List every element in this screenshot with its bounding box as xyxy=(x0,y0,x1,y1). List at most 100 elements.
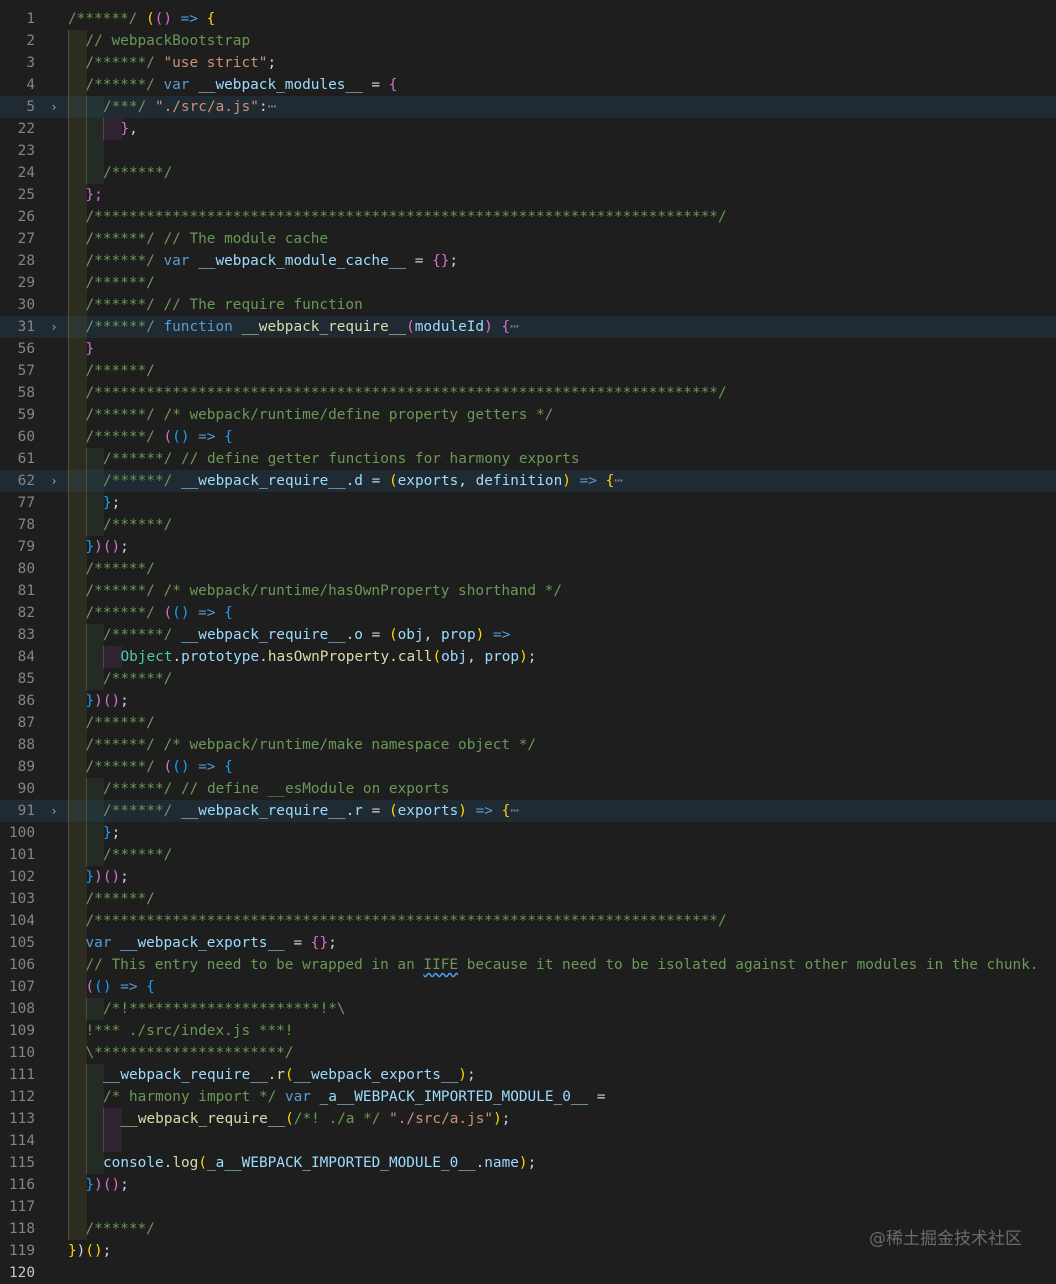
code-line[interactable]: 110 \**********************/ xyxy=(0,1042,1056,1064)
line-number: 102 xyxy=(9,869,35,885)
code-line[interactable]: 5 › /***/ "./src/a.js":⋯ xyxy=(0,96,1056,118)
code-line[interactable]: 116})(); xyxy=(0,1174,1056,1196)
indent-guide xyxy=(85,162,104,184)
chevron-right-icon[interactable]: › xyxy=(48,316,60,338)
indent-guide xyxy=(85,1108,104,1130)
indent-guide xyxy=(68,294,87,316)
line-number: 89 xyxy=(17,759,35,775)
code-line[interactable]: 57 /******/ xyxy=(0,360,1056,382)
code-line[interactable]: 3 /******/ "use strict"; xyxy=(0,52,1056,74)
chevron-right-icon[interactable]: › xyxy=(48,470,60,492)
code-line[interactable]: 105 var __webpack_exports__ = {}; xyxy=(0,932,1056,954)
code-text: }; xyxy=(103,495,121,511)
code-line[interactable]: 58 /*************************************… xyxy=(0,382,1056,404)
indent-guide xyxy=(68,800,87,822)
code-line[interactable]: 112 /* harmony import */ var _a__WEBPACK_… xyxy=(0,1086,1056,1108)
line-number: 80 xyxy=(17,561,35,577)
indent-guide xyxy=(68,206,87,228)
line-number: 91 xyxy=(17,803,35,819)
code-line[interactable]: 61 /******/ // define getter functions fo… xyxy=(0,448,1056,470)
code-line[interactable]: 108 /*!**********************!*\ xyxy=(0,998,1056,1020)
line-number: 108 xyxy=(9,1001,35,1017)
indent-guide xyxy=(68,1130,87,1152)
code-line[interactable]: 24 /******/ xyxy=(0,162,1056,184)
indent-guide xyxy=(68,492,87,514)
code-line[interactable]: 102})(); xyxy=(0,866,1056,888)
code-line[interactable]: 81 /******/ /* webpack/runtime/hasOwnProp… xyxy=(0,580,1056,602)
code-line[interactable]: 87 /******/ xyxy=(0,712,1056,734)
watermark: @稀土掘金技术社区 xyxy=(869,1229,1022,1249)
code-line[interactable]: 82 /******/ (() => { xyxy=(0,602,1056,624)
code-line[interactable]: 85 /******/ xyxy=(0,668,1056,690)
code-line[interactable]: 89 /******/ (() => { xyxy=(0,756,1056,778)
code-line[interactable]: 117 xyxy=(0,1196,1056,1218)
code-line[interactable]: 60 /******/ (() => { xyxy=(0,426,1056,448)
code-text: __webpack_require__(/*! ./a */ "./src/a.… xyxy=(120,1111,511,1127)
code-line[interactable]: 90 /******/ // define __esModule on expor… xyxy=(0,778,1056,800)
code-line[interactable]: 84 Object.prototype.hasOwnProperty.call(o… xyxy=(0,646,1056,668)
code-line[interactable]: 104 /************************************… xyxy=(0,910,1056,932)
code-line[interactable]: 4 /******/ var __webpack_modules__ = { xyxy=(0,74,1056,96)
chevron-right-icon[interactable]: › xyxy=(48,96,60,118)
code-text: /******/ __webpack_require__.d = (export… xyxy=(103,473,623,489)
code-line[interactable]: 22}, xyxy=(0,118,1056,140)
code-line[interactable]: 103 /******/ xyxy=(0,888,1056,910)
code-line[interactable]: 29 /******/ xyxy=(0,272,1056,294)
indent-guide xyxy=(85,844,104,866)
code-line[interactable]: 23 xyxy=(0,140,1056,162)
code-editor[interactable]: 1 /******/ (() => {2 // webpackBootstrap 3 /… xyxy=(0,0,1056,1281)
line-number: 2 xyxy=(26,33,35,49)
code-line[interactable]: 83 /******/ __webpack_require__.o = (obj,… xyxy=(0,624,1056,646)
indent-guide xyxy=(85,448,104,470)
code-line[interactable]: 120 xyxy=(0,1262,1056,1284)
code-line[interactable]: 30 /******/ // The require function xyxy=(0,294,1056,316)
code-line[interactable]: 26 /*************************************… xyxy=(0,206,1056,228)
code-line[interactable]: 107 (() => { xyxy=(0,976,1056,998)
code-line[interactable]: 77}; xyxy=(0,492,1056,514)
code-line[interactable]: 79})(); xyxy=(0,536,1056,558)
code-line[interactable]: 101 /******/ xyxy=(0,844,1056,866)
line-number: 56 xyxy=(17,341,35,357)
indent-guide xyxy=(68,1020,87,1042)
code-line[interactable]: 80 /******/ xyxy=(0,558,1056,580)
code-line[interactable]: 27 /******/ // The module cache xyxy=(0,228,1056,250)
indent-guide xyxy=(85,514,104,536)
indent-guide xyxy=(68,844,87,866)
code-line[interactable]: 59 /******/ /* webpack/runtime/define pro… xyxy=(0,404,1056,426)
line-number: 115 xyxy=(9,1155,35,1171)
chevron-right-icon[interactable]: › xyxy=(48,800,60,822)
code-line[interactable]: 62 › /******/ __webpack_require__.d = (exp… xyxy=(0,470,1056,492)
code-line[interactable]: 106 // This entry need to be wrapped in a… xyxy=(0,954,1056,976)
code-line[interactable]: 88 /******/ /* webpack/runtime/make names… xyxy=(0,734,1056,756)
code-line[interactable]: 115 console.log(_a__WEBPACK_IMPORTED_MODU… xyxy=(0,1152,1056,1174)
code-line[interactable]: 2 // webpackBootstrap xyxy=(0,30,1056,52)
code-text: /***************************************… xyxy=(85,913,727,929)
indent-guide xyxy=(68,514,87,536)
indent-guide xyxy=(68,470,87,492)
code-text: /******/ (() => { xyxy=(85,759,233,775)
code-line[interactable]: 100}; xyxy=(0,822,1056,844)
indent-guide xyxy=(68,30,87,52)
indent-guide xyxy=(68,1042,87,1064)
code-line[interactable]: 56} xyxy=(0,338,1056,360)
line-number: 90 xyxy=(17,781,35,797)
code-line[interactable]: 78 /******/ xyxy=(0,514,1056,536)
indent-guide xyxy=(68,1064,87,1086)
code-line[interactable]: 86})(); xyxy=(0,690,1056,712)
code-line[interactable]: 25}; xyxy=(0,184,1056,206)
code-line[interactable]: 31 › /******/ function __webpack_require__… xyxy=(0,316,1056,338)
indent-guide xyxy=(85,140,104,162)
line-number: 58 xyxy=(17,385,35,401)
code-text: /******/ var __webpack_modules__ = { xyxy=(85,77,398,93)
code-line[interactable]: 113 __webpack_require__(/*! ./a */ "./src… xyxy=(0,1108,1056,1130)
code-text: \**********************/ xyxy=(85,1045,294,1061)
code-line[interactable]: 111 __webpack_require__.r(__webpack_expor… xyxy=(0,1064,1056,1086)
code-line[interactable]: 1 /******/ (() => { xyxy=(0,8,1056,30)
code-text: /******/ /* webpack/runtime/hasOwnProper… xyxy=(85,583,563,599)
code-line[interactable]: 114 xyxy=(0,1130,1056,1152)
code-text: })(); xyxy=(85,539,129,555)
code-line[interactable]: 28 /******/ var __webpack_module_cache__ … xyxy=(0,250,1056,272)
code-line[interactable]: 109 !*** ./src/index.js ***! xyxy=(0,1020,1056,1042)
code-line[interactable]: 91 › /******/ __webpack_require__.r = (exp… xyxy=(0,800,1056,822)
code-text: /******/ xyxy=(85,363,155,379)
